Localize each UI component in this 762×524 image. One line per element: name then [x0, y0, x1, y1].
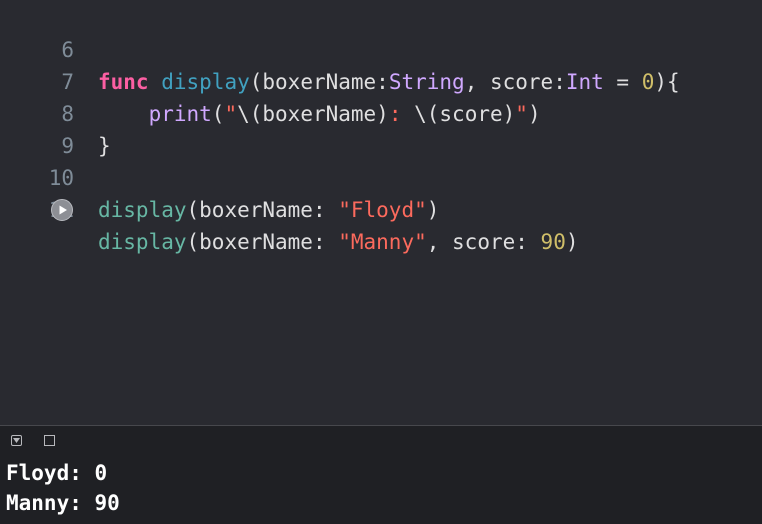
code-line[interactable]: 10 display(boxerName: "Floyd") — [0, 130, 762, 222]
code-token: "Manny" — [338, 230, 427, 254]
console-output[interactable]: Floyd: 0 Manny: 90 — [0, 456, 762, 524]
code-token: , score: — [426, 230, 541, 254]
clear-console-button[interactable] — [44, 435, 55, 446]
code-token: ) — [565, 230, 579, 254]
code-line[interactable]: 9 — [0, 98, 762, 158]
hide-debug-area-icon — [13, 438, 20, 443]
debug-toolbar — [0, 426, 762, 456]
code-line[interactable]: 8 } — [0, 66, 762, 158]
code-token: ) — [426, 198, 440, 222]
code-token: display — [98, 230, 187, 254]
code-line[interactable]: 11 display(boxerName: "Manny", score: 90… — [0, 162, 762, 254]
code-line[interactable]: 7 print("\(boxerName): \(score)") — [0, 34, 762, 126]
code-token: "Floyd" — [338, 198, 427, 222]
code-token: (boxerName: — [186, 230, 339, 254]
play-icon — [59, 205, 67, 215]
run-playground-button[interactable] — [51, 199, 73, 221]
code-line[interactable]: 6 func display(boxerName:String, score:I… — [0, 2, 762, 94]
code-token: (boxerName: — [186, 198, 339, 222]
console-line: Floyd: 0 — [6, 461, 108, 485]
code-token: display — [98, 198, 187, 222]
code-editor[interactable]: 6 func display(boxerName:String, score:I… — [0, 0, 762, 425]
code-text[interactable]: display(boxerName: "Manny", score: 90) — [98, 226, 579, 258]
console-line: Manny: 90 — [6, 491, 120, 515]
code-text[interactable]: display(boxerName: "Floyd") — [98, 194, 439, 226]
hide-debug-area-button[interactable] — [11, 435, 22, 446]
code-token: 90 — [540, 230, 566, 254]
